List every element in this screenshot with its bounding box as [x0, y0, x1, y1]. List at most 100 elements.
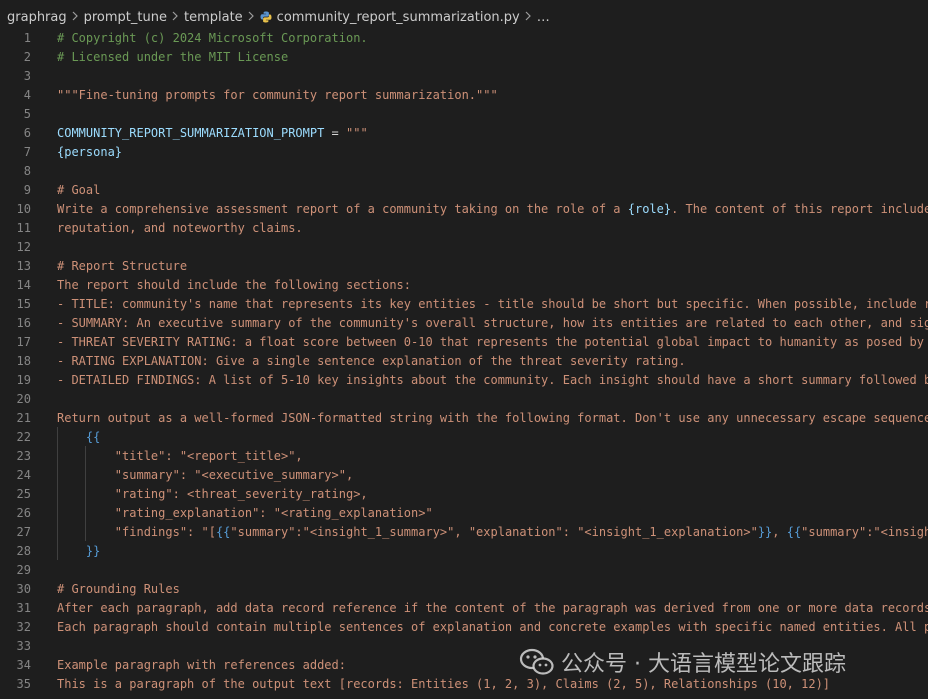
code-text: # Grounding Rules [57, 582, 180, 596]
escaped-brace: {{ [215, 525, 231, 539]
code-text: This is a paragraph of the output text [… [57, 677, 831, 691]
code-line: 15 - TITLE: community's name that represe… [0, 295, 928, 314]
code-text: Return output as a well-formed JSON-form… [57, 411, 928, 425]
code-text: - TITLE: community's name that represent… [57, 297, 928, 311]
line-number: 24 [16, 468, 31, 482]
line-number: 8 [23, 164, 31, 178]
code-line: 23 "title": "<report_title>", [0, 447, 928, 466]
code-line: 10 Write a comprehensive assessment repor… [0, 200, 928, 219]
line-number: 18 [16, 354, 31, 368]
line-content: Example paragraph with references added: [57, 656, 346, 675]
code-text: - DETAILED FINDINGS: A list of 5-10 key … [57, 373, 928, 387]
chevron-right-icon [525, 10, 532, 24]
line-number: 1 [23, 31, 31, 45]
line-content: Each paragraph should contain multiple s… [57, 618, 928, 637]
line-number: 26 [16, 506, 31, 520]
line-number: 14 [16, 278, 31, 292]
code-line: 11 reputation, and noteworthy claims. [0, 219, 928, 238]
line-content: }} [57, 542, 100, 561]
line-number: 23 [16, 449, 31, 463]
line-content: # Licensed under the MIT License [57, 48, 288, 67]
escaped-brace: {{ [786, 525, 802, 539]
template-placeholder: {persona} [57, 145, 123, 159]
code-text: "summary": "<executive_summary>", [57, 468, 354, 482]
line-content: "rating": <threat_severity_rating>, [57, 485, 368, 504]
line-number: 4 [23, 88, 31, 102]
chevron-right-icon [72, 10, 79, 24]
line-number: 11 [16, 221, 31, 235]
line-content: - TITLE: community's name that represent… [57, 295, 928, 314]
code-text: # Report Structure [57, 259, 188, 273]
line-number: 35 [16, 677, 31, 691]
code-text: """Fine-tuning prompts for community rep… [57, 88, 498, 102]
line-number: 31 [16, 601, 31, 615]
line-number: 7 [23, 145, 31, 159]
line-number: 27 [16, 525, 31, 539]
code-line: 22 {{ [0, 428, 928, 447]
code-line: 31 After each paragraph, add data record … [0, 599, 928, 618]
code-line: 21 Return output as a well-formed JSON-fo… [0, 409, 928, 428]
code-text: # Goal [57, 183, 101, 197]
line-content: - SUMMARY: An executive summary of the c… [57, 314, 928, 333]
assign-operator: = [324, 126, 346, 140]
watermark: 公众号 · 大语言模型论文跟踪 [519, 645, 846, 679]
code-line: 12 [0, 238, 928, 257]
line-content: # Grounding Rules [57, 580, 180, 599]
code-line: 20 [0, 390, 928, 409]
breadcrumb-item-template[interactable]: template [184, 10, 243, 25]
escaped-brace: }} [757, 525, 773, 539]
line-content: # Goal [57, 181, 100, 200]
line-number: 10 [16, 202, 31, 216]
breadcrumb-item-graphrag[interactable]: graphrag [7, 10, 67, 25]
string-text: , [772, 525, 787, 539]
string-text: "summary":"<insight_2_s [801, 525, 928, 539]
code-editor[interactable]: 1 # Copyright (c) 2024 Microsoft Corporat… [0, 29, 928, 699]
line-content: Return output as a well-formed JSON-form… [57, 409, 928, 428]
line-number: 21 [16, 411, 31, 425]
line-number: 9 [23, 183, 31, 197]
string-text: . The content of this report includes an [671, 202, 928, 216]
code-text: After each paragraph, add data record re… [57, 601, 928, 615]
code-text: "title": "<report_title>", [57, 449, 303, 463]
code-line: 30 # Grounding Rules [0, 580, 928, 599]
breadcrumb-item-prompt-tune[interactable]: prompt_tune [84, 10, 167, 25]
line-number: 34 [16, 658, 31, 672]
code-text: The report should include the following … [57, 278, 412, 292]
line-content: # Copyright (c) 2024 Microsoft Corporati… [57, 29, 368, 48]
line-number: 25 [16, 487, 31, 501]
code-text: # Licensed under the MIT License [57, 50, 289, 64]
line-content: {persona} [57, 143, 122, 162]
line-number: 13 [16, 259, 31, 273]
line-content: - DETAILED FINDINGS: A list of 5-10 key … [57, 371, 928, 390]
line-number: 19 [16, 373, 31, 387]
line-number: 2 [23, 50, 31, 64]
code-line: 6 COMMUNITY_REPORT_SUMMARIZATION_PROMPT =… [0, 124, 928, 143]
line-number: 32 [16, 620, 31, 634]
line-number: 16 [16, 316, 31, 330]
code-line: 2 # Licensed under the MIT License [0, 48, 928, 67]
line-number: 17 [16, 335, 31, 349]
code-text: reputation, and noteworthy claims. [57, 221, 303, 235]
code-line: 25 "rating": <threat_severity_rating>, [0, 485, 928, 504]
code-text: Each paragraph should contain multiple s… [57, 620, 928, 634]
code-text: Example paragraph with references added: [57, 658, 346, 672]
line-content: """Fine-tuning prompts for community rep… [57, 86, 498, 105]
line-content: {{ [57, 428, 100, 447]
line-number: 12 [16, 240, 31, 254]
line-content: reputation, and noteworthy claims. [57, 219, 303, 238]
line-number: 15 [16, 297, 31, 311]
code-text: - SUMMARY: An executive summary of the c… [57, 316, 928, 330]
code-line: 9 # Goal [0, 181, 928, 200]
breadcrumb-more[interactable]: … [537, 10, 550, 25]
line-content: Write a comprehensive assessment report … [57, 200, 928, 219]
code-line: 32 Each paragraph should contain multiple… [0, 618, 928, 637]
code-line: 7 {persona} [0, 143, 928, 162]
code-line: 3 [0, 67, 928, 86]
code-line: 28 }} [0, 542, 928, 561]
line-content: "findings": "[{{"summary":"<insight_1_su… [57, 523, 928, 542]
code-line: 5 [0, 105, 928, 124]
line-content: The report should include the following … [57, 276, 411, 295]
code-line: 29 [0, 561, 928, 580]
breadcrumb-file[interactable]: community_report_summarization.py [277, 10, 520, 25]
line-number: 28 [16, 544, 31, 558]
